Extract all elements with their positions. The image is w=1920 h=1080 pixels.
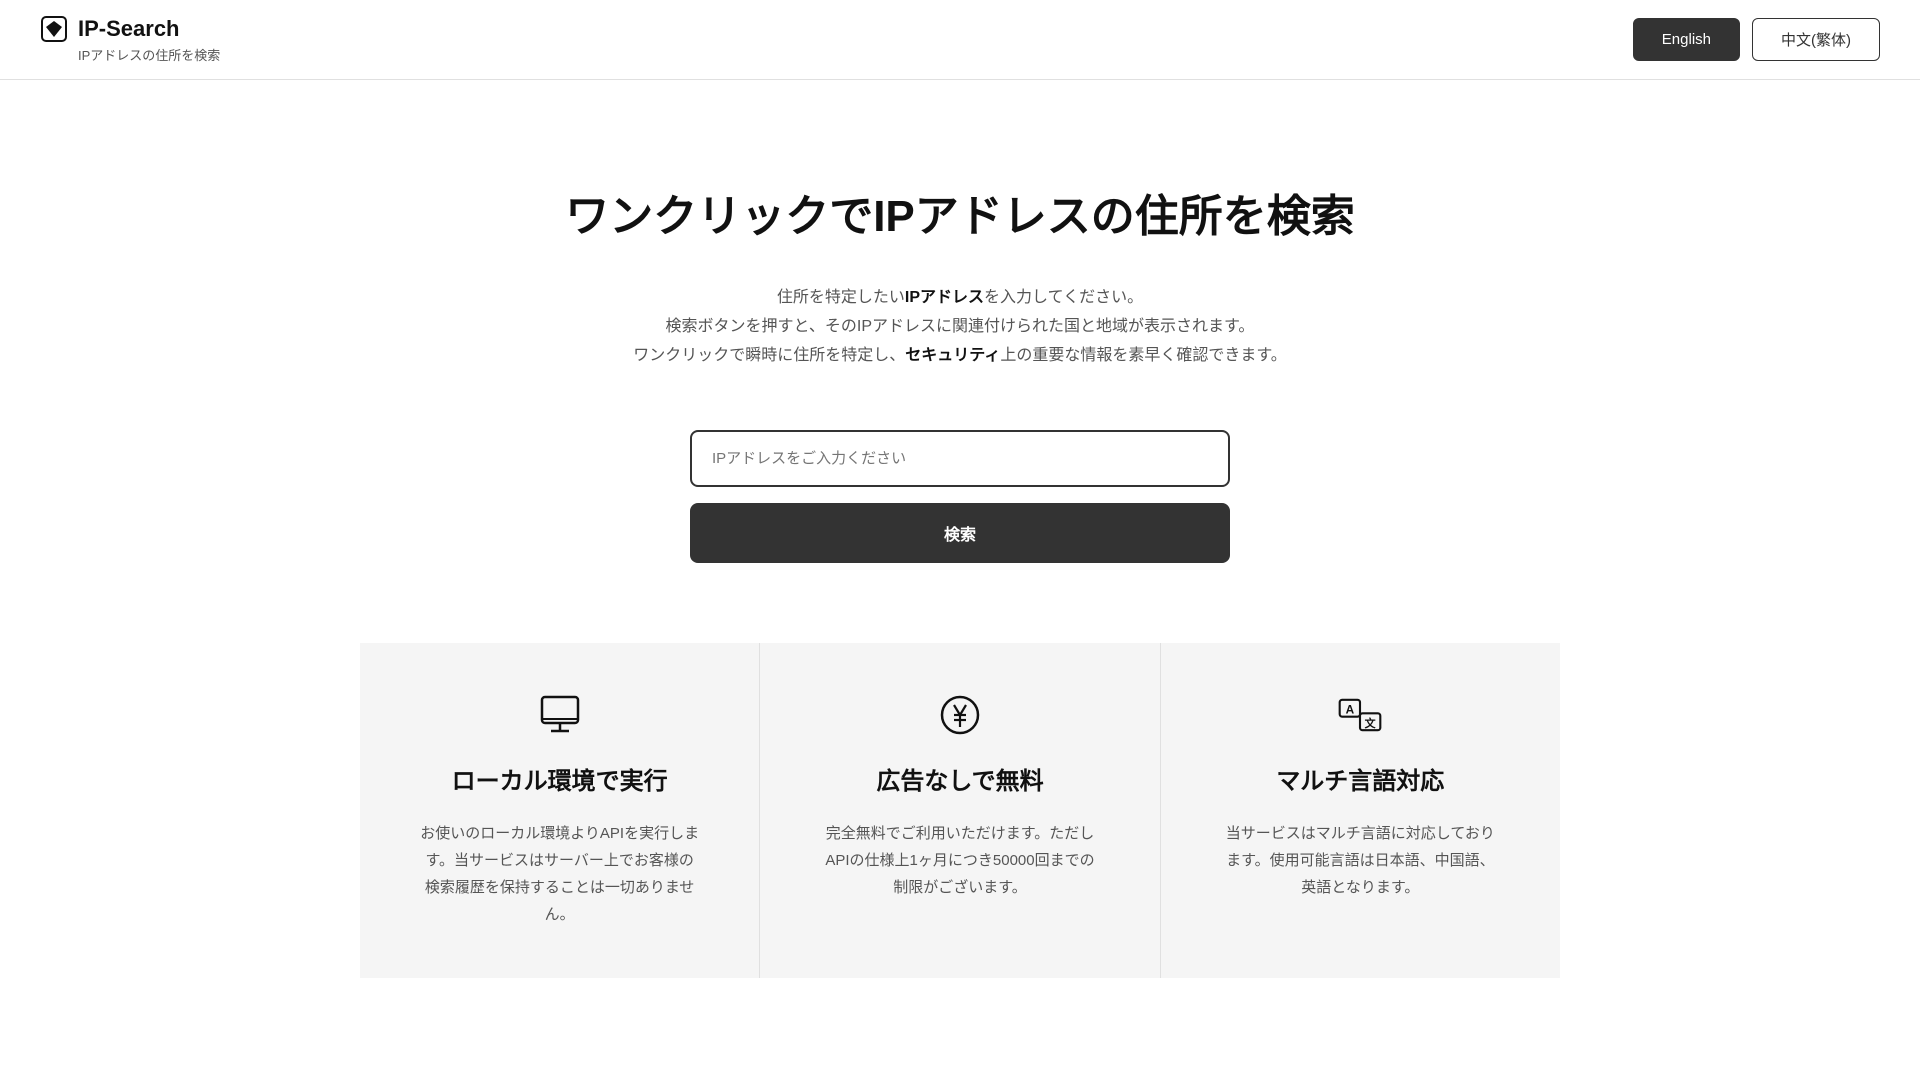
logo-icon — [40, 15, 68, 43]
svg-text:A: A — [1346, 703, 1355, 717]
desc-line-1: 住所を特定したいIPアドレスを入力してください。 — [633, 284, 1286, 313]
features-section: ローカル環境で実行 お使いのローカル環境よりAPIを実行します。当サービスはサー… — [360, 643, 1560, 978]
feature-desc-multilang: 当サービスはマルチ言語に対応しております。使用可能言語は日本語、中国語、英語とな… — [1221, 820, 1500, 901]
feature-title-multilang: マルチ言語対応 — [1276, 761, 1444, 796]
app-name: IP-Search — [78, 16, 180, 42]
yen-circle-icon — [938, 693, 982, 737]
page-description: 住所を特定したいIPアドレスを入力してください。 検索ボタンを押すと、そのIPア… — [633, 284, 1286, 370]
desc-security-bold: セキュリティ — [905, 347, 1000, 364]
search-button[interactable]: 検索 — [690, 503, 1230, 563]
logo-title: IP-Search — [40, 15, 220, 43]
page-title: ワンクリックでIPアドレスの住所を検索 — [565, 180, 1355, 244]
translation-icon: A 文 — [1338, 693, 1382, 737]
feature-card-free: 広告なしで無料 完全無料でご利用いただけます。ただしAPIの仕様上1ヶ月につき5… — [760, 643, 1160, 978]
desc-ip-bold: IPアドレス — [905, 289, 984, 306]
feature-desc-local: お使いのローカル環境よりAPIを実行します。当サービスはサーバー上でお客様の検索… — [420, 820, 699, 928]
search-area: 検索 — [690, 430, 1230, 563]
svg-text:文: 文 — [1365, 716, 1377, 730]
logo-area: IP-Search IPアドレスの住所を検索 — [40, 15, 220, 64]
header: IP-Search IPアドレスの住所を検索 English 中文(繁体) — [0, 0, 1920, 80]
desc-line-2: 検索ボタンを押すと、そのIPアドレスに関連付けられた国と地域が表示されます。 — [633, 313, 1286, 342]
feature-title-free: 広告なしで無料 — [876, 761, 1043, 796]
feature-card-local: ローカル環境で実行 お使いのローカル環境よりAPIを実行します。当サービスはサー… — [360, 643, 760, 978]
feature-title-local: ローカル環境で実行 — [452, 761, 668, 796]
feature-card-multilang: A 文 マルチ言語対応 当サービスはマルチ言語に対応しております。使用可能言語は… — [1161, 643, 1560, 978]
monitor-icon — [538, 693, 582, 737]
feature-desc-free: 完全無料でご利用いただけます。ただしAPIの仕様上1ヶ月につき50000回までの… — [820, 820, 1099, 901]
logo-subtitle: IPアドレスの住所を検索 — [78, 45, 220, 64]
search-input[interactable] — [690, 430, 1230, 487]
english-button[interactable]: English — [1633, 18, 1740, 61]
chinese-button[interactable]: 中文(繁体) — [1752, 18, 1880, 61]
main-content: ワンクリックでIPアドレスの住所を検索 住所を特定したいIPアドレスを入力してく… — [0, 80, 1920, 1038]
desc-line-3: ワンクリックで瞬時に住所を特定し、セキュリティ上の重要な情報を素早く確認できます… — [633, 342, 1286, 371]
language-switcher: English 中文(繁体) — [1633, 18, 1880, 61]
